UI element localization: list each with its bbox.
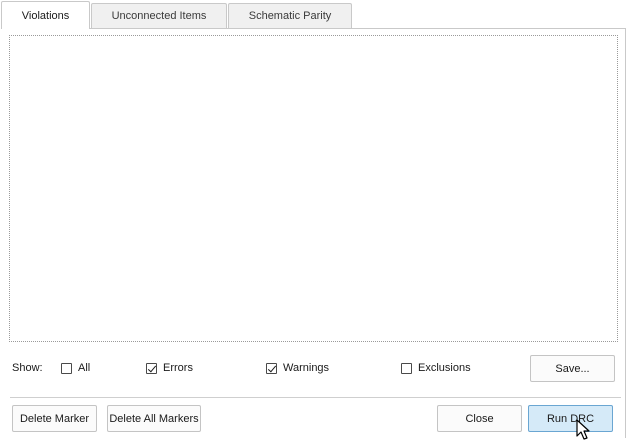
filter-exclusions-label: Exclusions [418,361,471,374]
drc-dialog: Violations Unconnected Items Schematic P… [0,0,634,441]
checkbox-box[interactable] [401,362,412,374]
checkbox-box[interactable] [61,362,72,374]
filter-warnings-checkbox[interactable]: Warnings [266,361,329,375]
close-button[interactable]: Close [437,405,522,432]
delete-marker-button[interactable]: Delete Marker [12,405,97,432]
run-drc-button[interactable]: Run DRC [528,405,613,432]
show-label: Show: [12,362,43,374]
checkbox-box[interactable] [266,362,277,374]
footer-separator [10,397,621,398]
filter-errors-checkbox[interactable]: Errors [146,361,193,375]
tab-bar: Violations Unconnected Items Schematic P… [0,0,634,29]
violations-list[interactable] [9,35,618,342]
filter-errors-label: Errors [163,361,193,374]
mouse-pointer-icon [576,419,590,440]
filter-all-checkbox[interactable]: All [61,361,90,375]
filter-all-label: All [78,361,91,374]
tab-violations[interactable]: Violations [1,1,90,29]
save-button[interactable]: Save... [530,355,615,382]
tab-unconnected-items[interactable]: Unconnected Items [91,3,227,28]
filter-exclusions-checkbox[interactable]: Exclusions [401,361,471,375]
tab-schematic-parity[interactable]: Schematic Parity [228,3,352,28]
checkbox-box[interactable] [146,362,157,374]
delete-all-markers-button[interactable]: Delete All Markers [107,405,201,432]
filter-warnings-label: Warnings [283,361,330,374]
